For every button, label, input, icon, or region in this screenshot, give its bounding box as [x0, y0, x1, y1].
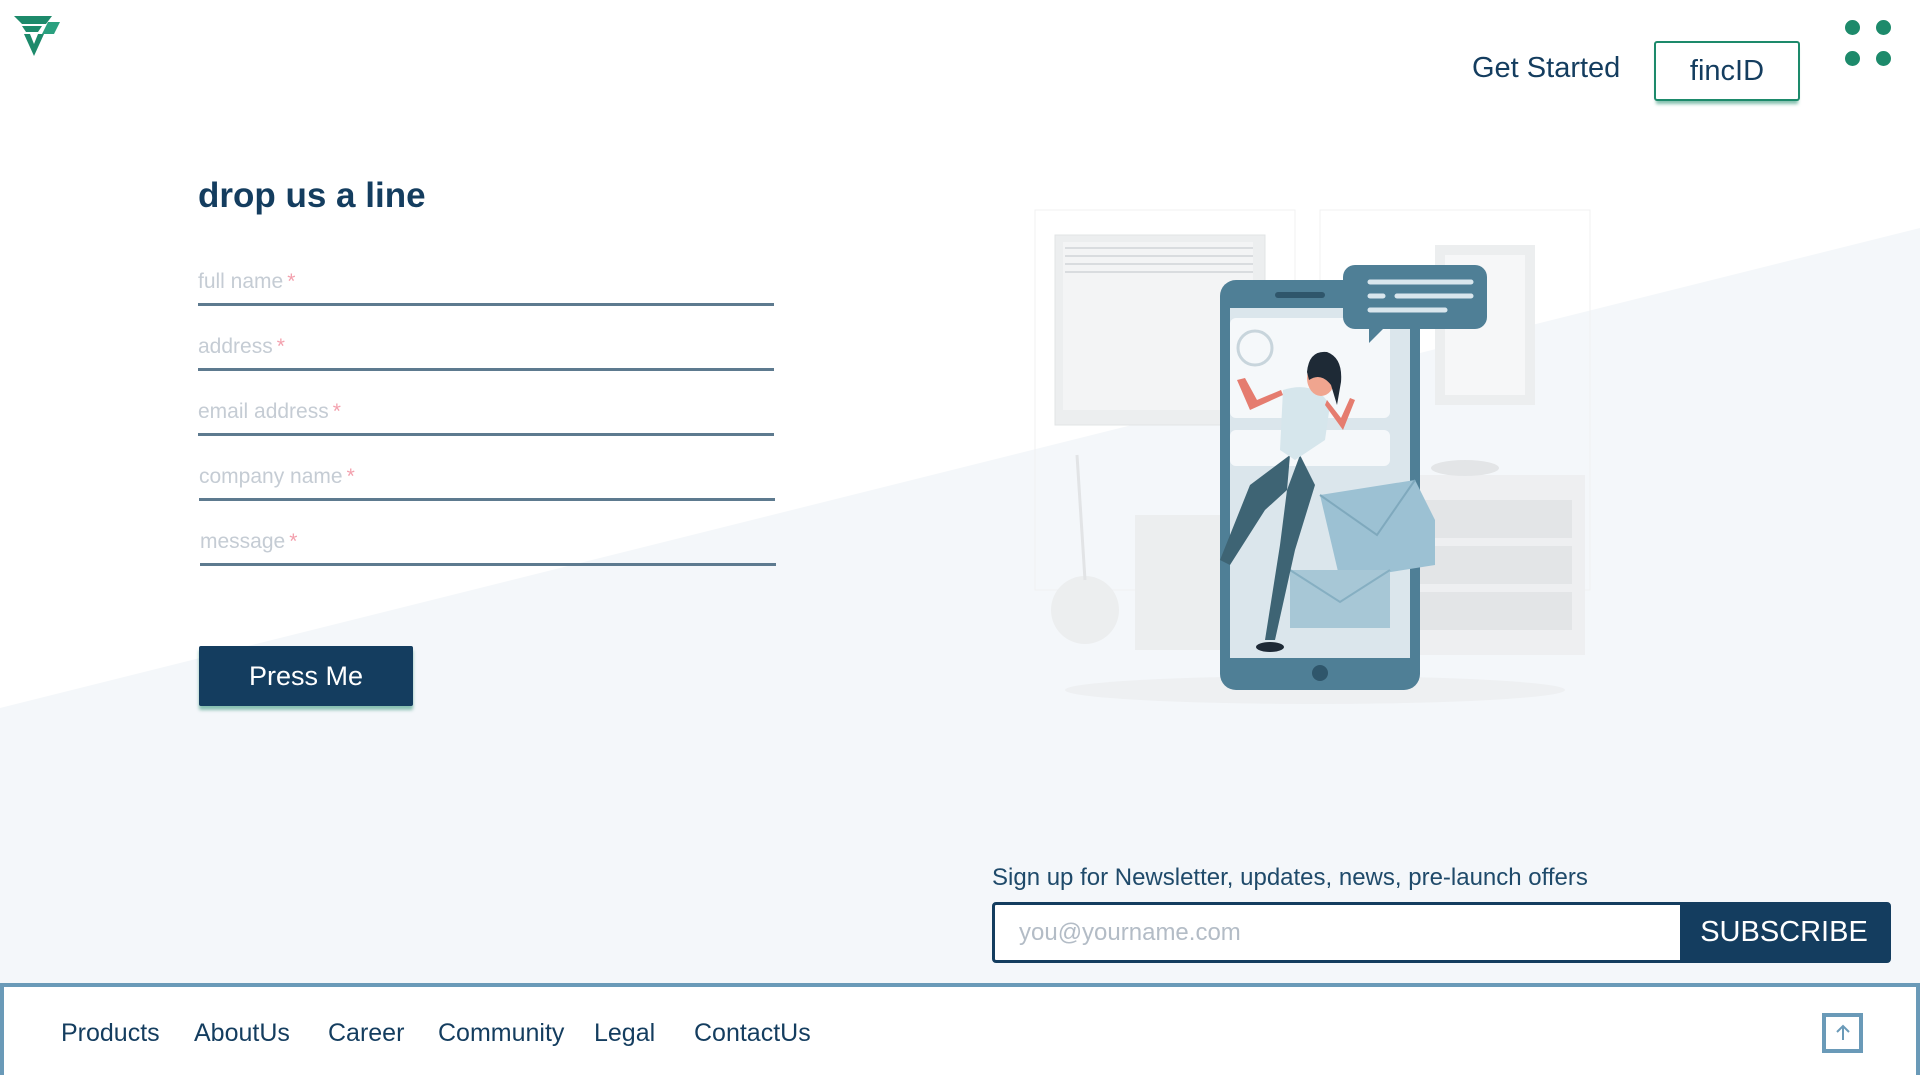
get-started-link[interactable]: Get Started	[1472, 52, 1620, 85]
footer-link-career[interactable]: Career	[328, 1019, 404, 1048]
message-field[interactable]: message *	[200, 518, 776, 566]
arrow-up-icon[interactable]	[1822, 1013, 1863, 1053]
form-title: drop us a line	[198, 176, 426, 215]
newsletter-form: SUBSCRIBE	[992, 902, 1891, 963]
full-name-field[interactable]: full name *	[198, 258, 774, 306]
email-input[interactable]	[198, 388, 774, 433]
fs-logo-icon	[14, 16, 60, 56]
address-field[interactable]: address *	[198, 323, 774, 371]
address-input[interactable]	[198, 323, 774, 368]
contact-illustration	[1034, 209, 1591, 704]
footer-link-products[interactable]: Products	[61, 1019, 160, 1048]
company-name-input[interactable]	[199, 453, 775, 498]
message-input[interactable]	[200, 518, 776, 563]
full-name-input[interactable]	[198, 258, 774, 303]
arrow-up-glyph	[1835, 1024, 1850, 1040]
email-field[interactable]: email address *	[198, 388, 774, 436]
press-me-button[interactable]: Press Me	[199, 646, 413, 706]
footer-link-legal[interactable]: Legal	[594, 1019, 655, 1048]
subscribe-button[interactable]: SUBSCRIBE	[1680, 905, 1888, 960]
footer-link-aboutus[interactable]: AboutUs	[194, 1019, 290, 1048]
grid-dots-icon[interactable]	[1845, 20, 1895, 70]
newsletter-text: Sign up for Newsletter, updates, news, p…	[992, 864, 1588, 891]
footer-link-community[interactable]: Community	[438, 1019, 564, 1048]
fincid-button[interactable]: fincID	[1654, 41, 1800, 101]
company-name-field[interactable]: company name *	[199, 453, 775, 501]
footer: Products AboutUs Career Community Legal …	[0, 983, 1920, 1075]
newsletter-email-input[interactable]	[995, 905, 1680, 960]
footer-link-contactus[interactable]: ContactUs	[694, 1019, 811, 1048]
